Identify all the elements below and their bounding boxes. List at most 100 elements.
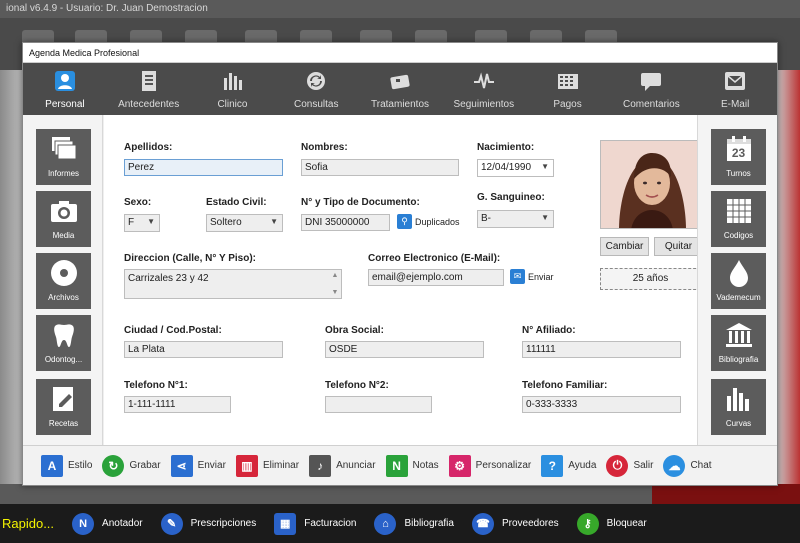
correo-label: Correo Electronico (E-Mail): — [368, 253, 501, 264]
quick-item-bloquear[interactable]: ⚷ Bloquear — [576, 512, 647, 535]
sexo-select[interactable]: F ▼ — [124, 214, 160, 232]
sidebar-item-codigos[interactable]: Codigos — [711, 191, 766, 247]
cambiar-photo-button[interactable]: Cambiar — [600, 237, 649, 256]
quick-launch-label[interactable]: Rapido... — [2, 516, 54, 531]
chevron-down-icon[interactable]: ▼ — [541, 162, 549, 171]
tab-pagos[interactable]: Pagos — [526, 63, 610, 115]
salir-button[interactable]: ⏻ Salir — [606, 454, 653, 477]
sidebar-item-archivos[interactable]: Archivos — [36, 253, 91, 309]
obra-social-field[interactable]: OSDE — [325, 341, 484, 358]
tooth-icon — [36, 315, 91, 355]
tab-label: E-Mail — [720, 99, 750, 110]
notes-icon: N — [385, 454, 408, 477]
quick-item-label: Facturacion — [304, 518, 357, 529]
sanguineo-label: G. Sanguineo: — [477, 192, 545, 203]
tab-label: Antecedentes — [118, 99, 180, 110]
estilo-button[interactable]: A Estilo — [41, 454, 92, 477]
right-sidebar: 23 Turnos Codigos Vademecum Bibliografia — [697, 115, 777, 445]
afiliado-field[interactable]: 111111 — [522, 341, 681, 358]
patient-photo — [600, 140, 703, 229]
documento-field[interactable]: DNI 35000000 — [301, 214, 390, 231]
enviar-label: Enviar — [528, 271, 554, 282]
background-window-title: ional v6.4.9 - Usuario: Dr. Juan Demostr… — [0, 0, 800, 18]
telefono2-field[interactable] — [325, 396, 432, 413]
gear-icon: ⚙ — [448, 454, 471, 477]
chevron-down-icon: ▼ — [147, 217, 155, 226]
grid-icon — [711, 191, 766, 231]
chevron-down-icon: ▼ — [541, 213, 549, 222]
personalizar-button[interactable]: ⚙ Personalizar — [448, 454, 531, 477]
afiliado-label: N° Afiliado: — [522, 325, 576, 336]
tab-seguimientos[interactable]: Seguimientos — [442, 63, 526, 115]
mail-icon — [723, 69, 747, 93]
power-icon: ⏻ — [606, 454, 629, 477]
sidebar-item-label: Recetas — [48, 419, 79, 428]
documento-label: N° y Tipo de Documento: — [301, 197, 420, 208]
eliminar-button[interactable]: ▥ Eliminar — [235, 454, 299, 477]
enviar-button[interactable]: ⋖ Enviar — [170, 454, 226, 477]
duplicados-button[interactable]: ⚲ Duplicados — [397, 214, 460, 229]
direccion-textarea[interactable]: Carrizales 23 y 42 ▲ ▼ — [124, 269, 342, 299]
nombres-label: Nombres: — [301, 142, 348, 153]
ayuda-button[interactable]: ? Ayuda — [541, 454, 596, 477]
background-strip-accent — [652, 484, 800, 504]
notas-button[interactable]: N Notas — [385, 454, 439, 477]
estado-civil-select[interactable]: Soltero ▼ — [206, 214, 283, 232]
nacimiento-value: 12/04/1990 — [481, 162, 532, 173]
quick-item-bibliografia[interactable]: ⌂ Bibliografia — [374, 512, 454, 535]
nacimiento-date-picker[interactable]: 12/04/1990 ▼ — [477, 159, 554, 177]
quitar-photo-button[interactable]: Quitar — [654, 237, 703, 256]
prescription-pad-icon — [36, 379, 91, 419]
sidebar-item-odontograma[interactable]: Odontog... — [36, 315, 91, 371]
sidebar-item-informes[interactable]: Informes — [36, 129, 91, 185]
enviar-email-button[interactable]: ✉ Enviar — [510, 269, 554, 284]
sexo-value: F — [128, 217, 135, 228]
sidebar-item-recetas[interactable]: Recetas — [36, 379, 91, 435]
tab-clinico[interactable]: Clinico — [191, 63, 275, 115]
anunciar-button[interactable]: ♪ Anunciar — [309, 454, 376, 477]
agenda-window: Agenda Medica Profesional Personal Antec… — [22, 42, 778, 486]
quick-item-label: Anotador — [102, 518, 143, 529]
tab-antecedentes[interactable]: Antecedentes — [107, 63, 191, 115]
action-label: Notas — [412, 460, 439, 471]
quick-item-anotador[interactable]: N Anotador — [72, 512, 143, 535]
sidebar-item-vademecum[interactable]: Vademecum — [711, 253, 766, 309]
quick-item-facturacion[interactable]: ▦ Facturacion — [274, 512, 357, 535]
tab-personal[interactable]: Personal — [23, 63, 107, 115]
quick-item-prescripciones[interactable]: ✎ Prescripciones — [160, 512, 256, 535]
sidebar-item-label: Odontog... — [44, 355, 83, 364]
window-title: Agenda Medica Profesional — [23, 43, 777, 63]
textarea-scrollbar[interactable]: ▲ ▼ — [331, 272, 339, 296]
duplicados-label: Duplicados — [415, 216, 460, 227]
sidebar-item-bibliografia[interactable]: Bibliografia — [711, 315, 766, 371]
trash-icon: ▥ — [235, 454, 258, 477]
sidebar-item-curvas[interactable]: Curvas — [711, 379, 766, 435]
correo-field[interactable]: email@ejemplo.com — [368, 269, 504, 286]
apellidos-field[interactable]: Perez — [124, 159, 283, 176]
tab-consultas[interactable]: Consultas — [274, 63, 358, 115]
telefono1-field[interactable]: 1-111-1111 — [124, 396, 231, 413]
sidebar-item-label: Media — [52, 231, 75, 240]
key-icon: ⚷ — [576, 512, 599, 535]
grabar-button[interactable]: ↻ Grabar — [102, 454, 161, 477]
telefono-familiar-field[interactable]: 0-333-3333 — [522, 396, 681, 413]
sidebar-item-turnos[interactable]: 23 Turnos — [711, 129, 766, 185]
sidebar-item-label: Vademecum — [716, 293, 761, 302]
sidebar-item-label: Informes — [47, 169, 80, 178]
tab-comentarios[interactable]: Comentarios — [609, 63, 693, 115]
quick-item-proveedores[interactable]: ☎ Proveedores — [471, 512, 559, 535]
sidebar-item-label: Turnos — [726, 169, 751, 178]
search-icon: ⚲ — [397, 214, 412, 229]
notepad-icon: N — [72, 512, 95, 535]
tab-email[interactable]: E-Mail — [693, 63, 777, 115]
tab-label: Seguimientos — [453, 99, 515, 110]
sidebar-item-label: Archivos — [48, 293, 79, 302]
ciudad-field[interactable]: La Plata — [124, 341, 283, 358]
tab-tratamientos[interactable]: Tratamientos — [358, 63, 442, 115]
nombres-field[interactable]: Sofia — [301, 159, 459, 176]
chat-button[interactable]: ☁ Chat — [663, 454, 712, 477]
patient-form: Apellidos: Perez Nombres: Sofia Nacimien… — [104, 115, 703, 445]
sanguineo-select[interactable]: B- ▼ — [477, 210, 554, 228]
estado-civil-label: Estado Civil: — [206, 197, 267, 208]
sidebar-item-media[interactable]: Media — [36, 191, 91, 247]
